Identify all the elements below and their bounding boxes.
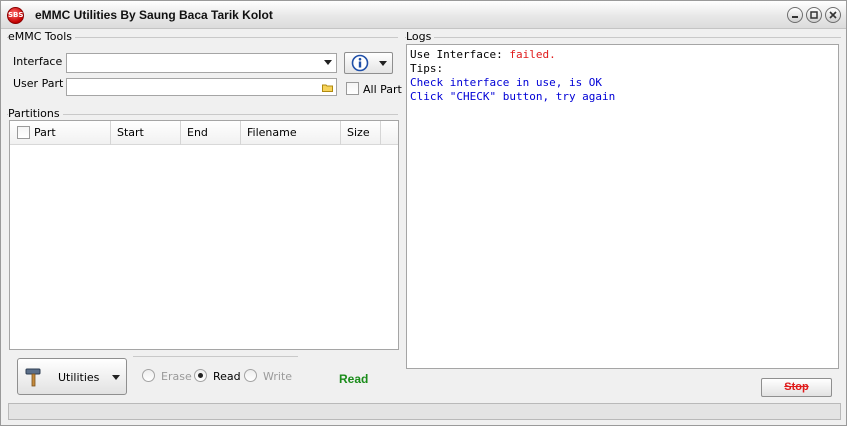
close-button[interactable]: [825, 7, 841, 23]
stop-button[interactable]: Stop: [761, 378, 832, 397]
all-part-checkbox[interactable]: [346, 82, 359, 95]
read-radio-label: Read: [213, 370, 241, 383]
chevron-down-icon: [112, 375, 120, 380]
title-bar[interactable]: SBS eMMC Utilities By Saung Baca Tarik K…: [1, 1, 846, 29]
column-header-label: Part: [34, 126, 56, 139]
chevron-down-icon: [324, 60, 332, 65]
logs-divider: [405, 37, 841, 38]
write-radio-label: Write: [263, 370, 293, 383]
info-icon: [351, 54, 369, 72]
write-radio[interactable]: [244, 369, 257, 382]
mode-divider: [133, 356, 298, 357]
maximize-button[interactable]: [806, 7, 822, 23]
read-radio[interactable]: [194, 369, 207, 382]
erase-radio-label: Erase: [161, 370, 192, 383]
app-logo-icon: SBS: [7, 7, 24, 24]
log-line: Click "CHECK" button, try again: [410, 90, 616, 103]
log-line: Check interface in use, is OK: [410, 76, 603, 89]
folder-icon[interactable]: [322, 83, 333, 92]
chevron-down-icon: [379, 61, 387, 66]
select-all-checkbox[interactable]: [17, 126, 30, 139]
log-line: Tips:: [410, 62, 444, 75]
log-text: Use Interface:: [410, 48, 510, 61]
column-header-filename[interactable]: Filename: [241, 121, 341, 145]
maximize-icon: [810, 11, 818, 19]
log-line: Use Interface: failed.: [410, 48, 838, 62]
partitions-label: Partitions: [8, 107, 63, 120]
minimize-icon: [792, 16, 798, 18]
interface-select[interactable]: [66, 53, 337, 73]
window-title: eMMC Utilities By Saung Baca Tarik Kolot: [35, 8, 273, 22]
hammer-icon: [25, 368, 41, 387]
column-header-start[interactable]: Start: [111, 121, 181, 145]
minimize-button[interactable]: [787, 7, 803, 23]
column-header-part[interactable]: Part: [10, 121, 111, 145]
interface-label: Interface: [13, 55, 63, 68]
partitions-divider: [7, 114, 398, 115]
partitions-table-header: Part Start End Filename Size: [10, 121, 398, 145]
emmc-tools-label: eMMC Tools: [8, 30, 76, 43]
user-part-label: User Part: [13, 77, 64, 90]
app-window: SBS eMMC Utilities By Saung Baca Tarik K…: [0, 0, 847, 426]
all-part-label: All Part: [363, 83, 402, 96]
close-icon: [829, 11, 837, 19]
log-error-text: failed.: [509, 48, 556, 61]
info-dropdown-button[interactable]: [344, 52, 393, 74]
operation-status: Read: [339, 372, 369, 386]
erase-radio[interactable]: [142, 369, 155, 382]
column-header-size[interactable]: Size: [341, 121, 381, 145]
partitions-table[interactable]: Part Start End Filename Size: [9, 120, 399, 350]
utilities-label: Utilities: [58, 371, 100, 384]
logs-label: Logs: [406, 30, 435, 43]
user-part-field[interactable]: [66, 78, 337, 96]
column-header-end[interactable]: End: [181, 121, 241, 145]
status-bar: [8, 403, 841, 420]
log-output[interactable]: Use Interface: failed. Tips: Check inter…: [406, 44, 839, 369]
utilities-button[interactable]: Utilities: [17, 358, 127, 395]
